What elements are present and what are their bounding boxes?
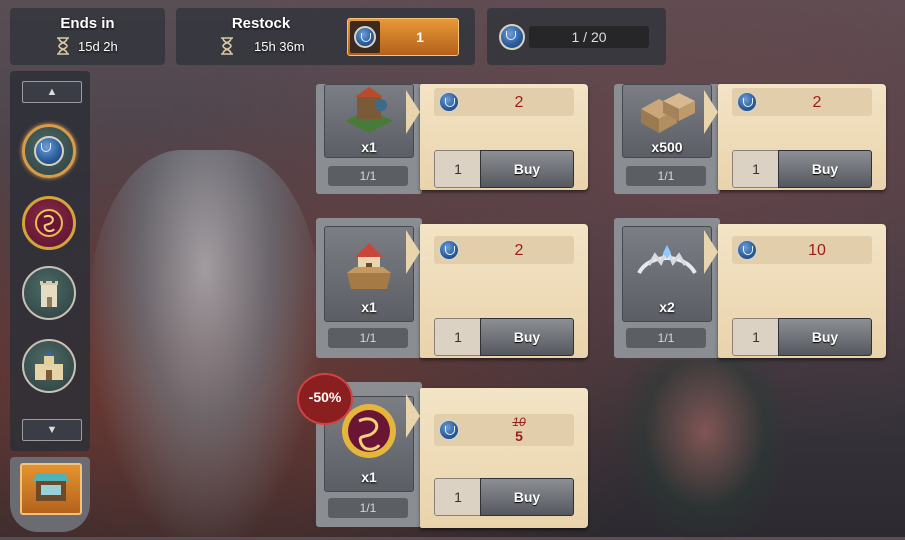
buy-quantity[interactable]: 1 <box>434 150 482 188</box>
restock-cost: 1 <box>416 29 424 45</box>
buy-button[interactable]: Buy <box>778 318 872 356</box>
buy-button[interactable]: Buy <box>778 150 872 188</box>
offer-price: 2 <box>812 94 822 111</box>
offer-quantity: x500 <box>651 139 683 155</box>
counter-value: 1 / 20 <box>571 29 607 45</box>
restock-label: Restock <box>231 15 291 32</box>
gem-icon <box>438 419 460 441</box>
offer-card: x500 1/1 2 1 Buy <box>614 54 886 194</box>
restock-hourglass-icon <box>221 37 233 55</box>
offer-stock: 1/1 <box>328 166 408 186</box>
price-bar: 10 <box>732 236 872 264</box>
wood-crates-icon <box>641 93 695 133</box>
offer-card: x2 1/1 10 1 Buy <box>614 218 886 358</box>
buy-button[interactable]: Buy <box>480 478 574 516</box>
discount-label: -50% <box>308 389 342 405</box>
offer-panel: 2 1 Buy <box>406 224 588 358</box>
castle-icon <box>35 351 63 380</box>
gem-icon <box>354 26 376 48</box>
gem-icon <box>499 24 525 50</box>
knight-illustration <box>90 150 320 537</box>
offer-item-image: x2 <box>622 226 712 322</box>
tower-icon <box>40 281 58 307</box>
scroll-up-button[interactable]: ▲ <box>22 81 82 103</box>
buy-button[interactable]: Buy <box>480 150 574 188</box>
gem-icon <box>438 239 460 261</box>
offer-panel: 2 1 Buy <box>406 84 588 190</box>
buy-quantity[interactable]: 1 <box>732 318 780 356</box>
offer-panel: 2 1 Buy <box>704 84 886 190</box>
blue-castle-coin-icon <box>34 136 64 166</box>
restock-value: 15h 36m <box>254 39 305 54</box>
offer-quantity: x1 <box>361 469 377 485</box>
gem-icon <box>438 91 460 113</box>
gem-icon <box>736 91 758 113</box>
price-bar: 2 <box>434 88 574 116</box>
triangle-up-icon: ▲ <box>46 86 58 98</box>
gold-dragon-coin-icon <box>35 209 63 237</box>
ends-in-value: 15d 2h <box>78 39 118 54</box>
ends-in-label: Ends in <box>60 15 115 32</box>
buy-quantity[interactable]: 1 <box>434 318 482 356</box>
category-sidebar: ▲ ▼ <box>10 71 90 451</box>
shop-tab-button[interactable] <box>10 457 90 532</box>
sorceress-illustration <box>620 360 790 540</box>
buy-quantity[interactable]: 1 <box>434 478 482 516</box>
discount-badge: -50% <box>297 373 353 425</box>
price-bar: 2 <box>434 236 574 264</box>
offer-price: 10 <box>808 242 826 259</box>
scroll-down-button[interactable]: ▼ <box>22 419 82 441</box>
counter-bar: 1 / 20 <box>529 26 649 48</box>
ends-in-panel: Ends in 15d 2h <box>10 8 165 65</box>
offer-quantity: x2 <box>659 299 675 315</box>
offer-panel: 10 1 Buy <box>704 224 886 358</box>
building-icon <box>345 87 393 133</box>
price-bar: 10 5 <box>434 414 574 446</box>
price-bar: 2 <box>732 88 872 116</box>
buy-quantity[interactable]: 1 <box>732 150 780 188</box>
restock-button[interactable]: 1 <box>347 18 459 56</box>
gem-icon <box>736 239 758 261</box>
hourglass-icon <box>57 37 69 55</box>
category-castle[interactable] <box>22 339 76 393</box>
category-tower[interactable] <box>22 266 76 320</box>
offer-price: 2 <box>514 94 524 111</box>
offer-stock: 1/1 <box>626 166 706 186</box>
offer-price: 5 <box>515 428 523 444</box>
shop-stall-icon <box>33 473 69 501</box>
offer-stock: 1/1 <box>328 498 408 518</box>
offer-card: x1 1/1 2 1 Buy <box>316 54 588 194</box>
offer-card: x1 1/1 2 1 Buy <box>316 218 588 358</box>
offer-old-price: 10 <box>512 415 526 429</box>
category-dragon-coin[interactable] <box>22 196 76 250</box>
buy-button[interactable]: Buy <box>480 318 574 356</box>
offer-panel: 10 5 1 Buy <box>406 388 588 528</box>
offer-quantity: x1 <box>361 139 377 155</box>
offer-stock: 1/1 <box>626 328 706 348</box>
offer-card: x1 1/1 10 5 1 Buy <box>316 382 588 532</box>
offer-stock: 1/1 <box>328 328 408 348</box>
tiara-icon <box>637 245 697 275</box>
category-blue-coin[interactable] <box>22 124 76 178</box>
offer-item-image: x1 <box>324 84 414 158</box>
offer-price: 2 <box>514 242 524 259</box>
offer-item-image: x1 <box>324 226 414 322</box>
shop-tab-frame <box>20 463 82 515</box>
offer-quantity: x1 <box>361 299 377 315</box>
triangle-down-icon: ▼ <box>46 424 58 436</box>
offer-item-image: x500 <box>622 84 712 158</box>
house-box-icon <box>347 243 391 289</box>
